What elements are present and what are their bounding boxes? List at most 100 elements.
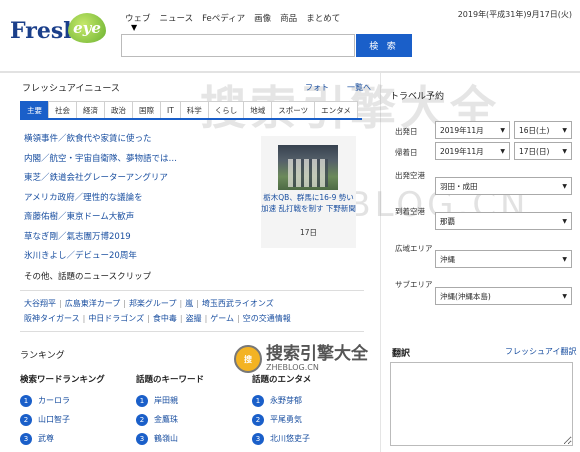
return-month-select[interactable]: 2019年11月 ▼: [435, 142, 510, 160]
clip-link[interactable]: 空の交通情報: [243, 311, 291, 326]
ranking-item-label[interactable]: 鶴嶺山: [154, 433, 178, 444]
rank-number-badge: 3: [252, 432, 264, 445]
clip-link[interactable]: 盗撮: [186, 311, 202, 326]
ranking-item[interactable]: 2 金鷹珠: [136, 410, 248, 429]
ranking-column-entertainment: 話題のエンタメ 1 永野芽郁 2 平尾勇気 3 北川悠吏子: [252, 373, 364, 448]
clip-separator: |: [82, 314, 86, 323]
ranking-item[interactable]: 2 平尾勇気: [252, 410, 364, 429]
ranking-item-label[interactable]: 永野芽郁: [270, 395, 302, 406]
clip-separator: |: [179, 314, 183, 323]
ranking-item-label[interactable]: 平尾勇気: [270, 414, 302, 425]
depart-month-select[interactable]: 2019年11月 ▼: [435, 121, 510, 139]
clip-row: 大谷翔平 | 広島東洋カープ | 邦楽グループ | 嵐 | 埼玉西武ライオンズ: [24, 296, 360, 311]
tab-entertainment[interactable]: エンタメ: [314, 101, 358, 118]
translate-textarea[interactable]: [390, 362, 573, 446]
clip-link[interactable]: 広島東洋カープ: [65, 296, 121, 311]
from-airport-select[interactable]: 羽田・成田 ▼: [435, 177, 572, 195]
translate-title: 翻訳: [392, 349, 411, 359]
return-day-value: 17日(日): [519, 146, 550, 156]
current-date: 2019年(平成31年)9月17日(火): [457, 10, 572, 19]
ranking-item-label[interactable]: 山口智子: [38, 414, 70, 425]
area-select[interactable]: 沖縄 ▼: [435, 250, 572, 268]
news-photo[interactable]: [278, 145, 338, 190]
tab-it[interactable]: IT: [160, 101, 181, 118]
ranking-item[interactable]: 1 カーロラ: [20, 391, 132, 410]
depart-day-select[interactable]: 16日(土) ▼: [514, 121, 572, 139]
logo-eye: eye: [68, 13, 106, 43]
clip-link[interactable]: ゲーム: [210, 311, 234, 326]
chevron-down-icon: ▼: [562, 147, 567, 155]
ranking-item[interactable]: 1 岸田親: [136, 391, 248, 410]
ranking-column-keywords: 話題のキーワード 1 岸田親 2 金鷹珠 3 鶴嶺山: [136, 373, 248, 448]
ranking-column-search: 検索ワードランキング 1 カーロラ 2 山口智子 3 武尊: [20, 373, 132, 448]
nav-web[interactable]: ウェブ: [125, 12, 151, 24]
tab-region[interactable]: 地域: [243, 101, 273, 118]
tab-science[interactable]: 科学: [179, 101, 209, 118]
ranking-item-label[interactable]: 金鷹珠: [154, 414, 178, 425]
headline-link[interactable]: 斎藤佑樹／東京ドーム大歓声: [24, 208, 254, 228]
headline-list: 横領事件／飲食代や家賃に使った 内閣／航空・宇宙自衛隊、夢物語では… 東芝／鉄道…: [24, 130, 254, 267]
clip-link[interactable]: 大谷翔平: [24, 296, 56, 311]
ranking-item[interactable]: 3 武尊: [20, 429, 132, 448]
nav-summary[interactable]: まとめて: [306, 12, 340, 24]
clip-separator: |: [204, 314, 208, 323]
photo-caption[interactable]: 栃木QB、群馬に16-9 勢い加速 乱打戦を制す 下野新聞: [261, 193, 356, 214]
translate-link[interactable]: フレッシュアイ翻訳: [505, 346, 576, 357]
photo-news-card[interactable]: 栃木QB、群馬に16-9 勢い加速 乱打戦を制す 下野新聞 17日: [261, 136, 356, 248]
ranking-category: 話題のエンタメ: [252, 375, 312, 385]
return-day-select[interactable]: 17日(日) ▼: [514, 142, 572, 160]
ranking-item[interactable]: 3 鶴嶺山: [136, 429, 248, 448]
tab-main[interactable]: 主要: [20, 101, 49, 118]
clip-link[interactable]: 嵐: [185, 296, 193, 311]
ranking-item[interactable]: 2 山口智子: [20, 410, 132, 429]
news-clip-box: 大谷翔平 | 広島東洋カープ | 邦楽グループ | 嵐 | 埼玉西武ライオンズ 阪神タイ…: [20, 290, 364, 332]
subarea-value: 沖縄(沖縄本島): [440, 291, 491, 301]
ranking-item[interactable]: 3 北川悠吏子: [252, 429, 364, 448]
tab-international[interactable]: 国際: [132, 101, 161, 118]
tab-economy[interactable]: 経済: [76, 101, 105, 118]
to-airport-select[interactable]: 那覇 ▼: [435, 212, 572, 230]
ranking-category: 話題のキーワード: [136, 375, 205, 385]
tab-politics[interactable]: 政治: [104, 101, 133, 118]
search-button[interactable]: 検 索: [356, 34, 412, 57]
ranking-item-label[interactable]: 北川悠吏子: [270, 433, 310, 444]
clip-link[interactable]: 邦楽グループ: [129, 296, 177, 311]
tab-society[interactable]: 社会: [48, 101, 77, 118]
from-airport-value: 羽田・成田: [440, 181, 478, 191]
nav-fepedia[interactable]: Feペディア: [202, 12, 245, 24]
headline-link[interactable]: 内閣／航空・宇宙自衛隊、夢物語では…: [24, 150, 254, 170]
headline-link[interactable]: アメリカ政府／理性的な議論を: [24, 189, 254, 209]
tab-life[interactable]: くらし: [207, 101, 245, 118]
fresheye-logo[interactable]: Fresh eye: [10, 13, 110, 50]
ranking-item-label[interactable]: カーロラ: [38, 395, 70, 406]
clip-link[interactable]: 食中毒: [153, 311, 177, 326]
ranking-item[interactable]: 1 永野芽郁: [252, 391, 364, 410]
clip-link[interactable]: 阪神タイガース: [24, 311, 80, 326]
clip-link[interactable]: 中日ドラゴンズ: [88, 311, 144, 326]
nav-images[interactable]: 画像: [254, 12, 271, 24]
news-section-title: フレッシュアイニュース: [22, 84, 120, 94]
clip-separator: |: [123, 299, 126, 308]
nav-news[interactable]: ニュース: [160, 12, 194, 24]
clip-link[interactable]: 埼玉西武ライオンズ: [202, 296, 274, 311]
tab-sports[interactable]: スポーツ: [271, 101, 316, 118]
search-input[interactable]: [121, 34, 355, 57]
ranking-title: ランキング: [20, 351, 65, 361]
headline-link[interactable]: 横領事件／飲食代や家賃に使った: [24, 130, 254, 150]
return-month-value: 2019年11月: [440, 146, 484, 156]
ranking-item-label[interactable]: 武尊: [38, 433, 54, 444]
ranking-item-label[interactable]: 岸田親: [154, 395, 178, 406]
area-label: 広域エリア: [395, 244, 433, 253]
subarea-select[interactable]: 沖縄(沖縄本島) ▼: [435, 287, 572, 305]
news-links: フォト 一覧へ: [305, 82, 371, 93]
nav-products[interactable]: 商品: [280, 12, 297, 24]
headline-link[interactable]: 東芝／鉄道会社グレーターアングリア: [24, 169, 254, 189]
list-link[interactable]: 一覧へ: [347, 82, 371, 93]
headline-link[interactable]: 氷川きよし／デビュー20周年: [24, 247, 254, 267]
news-category-tabs: 主要 社会 経済 政治 国際 IT 科学 くらし 地域 スポーツ エンタメ: [20, 101, 362, 120]
photo-link[interactable]: フォト: [305, 82, 329, 93]
area-value: 沖縄: [440, 254, 455, 264]
headline-link[interactable]: 草なぎ剛／氣志團万博2019: [24, 228, 254, 248]
return-date-label: 帰着日: [395, 148, 418, 157]
watermark-logo-text-group: 搜索引擎大全 ZHEBLOG.CN: [266, 346, 368, 373]
